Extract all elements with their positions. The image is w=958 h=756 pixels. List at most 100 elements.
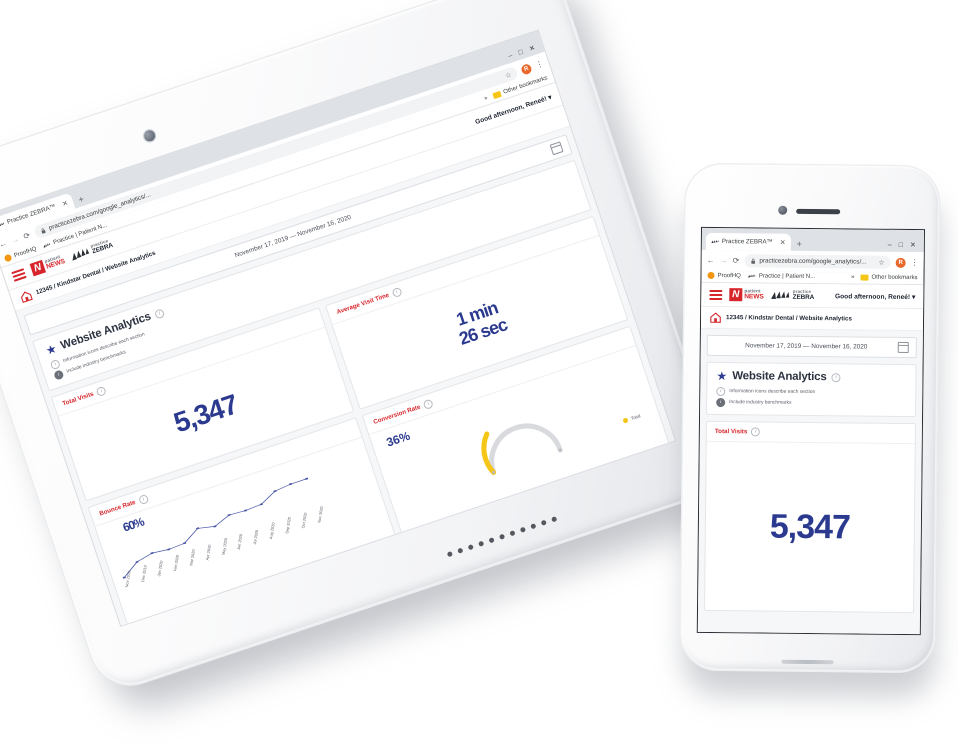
lock-icon: [41, 228, 46, 234]
legend-label: Organic: [649, 599, 666, 609]
phone-earpiece-speaker: [796, 208, 841, 215]
legend-swatch-organic: [641, 604, 648, 612]
info-icon[interactable]: i: [391, 286, 403, 299]
bookmark-star-icon[interactable]: ☆: [504, 70, 512, 80]
website-analytics-section-card: ★ Website Analytics i i Information icon…: [706, 361, 917, 418]
address-bar[interactable]: practicezebra.com/google_analytics/... ☆: [744, 254, 891, 269]
card-title: Total Visits: [714, 427, 748, 436]
zebra-mark-icon: [72, 248, 90, 261]
gauge-legend: Total: [622, 413, 642, 424]
phone-bottom-line: [781, 659, 834, 665]
x-axis-label: Oct 2020: [541, 612, 550, 626]
window-close-button[interactable]: ✕: [528, 45, 536, 54]
browser-menu-icon[interactable]: ⋮: [534, 59, 544, 70]
info-icon[interactable]: i: [95, 385, 108, 397]
folder-icon: [860, 274, 869, 281]
new-tab-button[interactable]: +: [793, 239, 806, 251]
phone-app-body: November 17, 2019 — November 16, 2020 ★ …: [698, 329, 923, 625]
browser-tab-close-icon[interactable]: ✕: [780, 238, 786, 246]
forward-icon[interactable]: →: [720, 256, 728, 265]
note-item: i Information icons describe each sectio…: [716, 387, 906, 398]
bookmark-proofhq[interactable]: ProofHQ: [707, 271, 741, 279]
scene: Practice ZEBRA™ ✕ + – □ ✕ ← → ⟳ practice…: [0, 0, 958, 737]
bookmark-star-icon[interactable]: ☆: [878, 258, 884, 266]
practice-zebra-logo-bottom: ZEBRA: [792, 293, 815, 301]
browser-tab-title: Practice ZEBRA™: [721, 238, 773, 246]
zebra-favicon-icon: [711, 240, 719, 243]
info-icon: i: [716, 387, 726, 397]
bookmark-label: Practice | Patient N...: [758, 272, 816, 280]
reload-icon[interactable]: ⟳: [22, 230, 31, 241]
note-item: i Include industry benchmarks: [716, 398, 906, 409]
info-icon[interactable]: i: [831, 372, 841, 382]
back-icon[interactable]: ←: [707, 255, 715, 264]
benchmark-info-icon: i: [53, 369, 65, 381]
profile-avatar[interactable]: R: [519, 62, 533, 76]
window-minimize-button[interactable]: –: [888, 242, 892, 249]
info-icon[interactable]: i: [751, 427, 761, 437]
phone-tab-strip: Practice ZEBRA™ ✕ + – □ ✕: [702, 228, 924, 252]
legend-swatch-total: [622, 417, 629, 424]
calendar-icon[interactable]: [549, 141, 564, 156]
star-icon: ★: [43, 341, 59, 358]
patient-news-mark-icon: N: [29, 259, 47, 277]
proofhq-icon: [707, 271, 715, 279]
section-notes: i Information icons describe each sectio…: [707, 384, 915, 416]
back-icon[interactable]: ←: [0, 238, 8, 249]
forward-icon[interactable]: →: [10, 234, 20, 245]
phone-screen: Practice ZEBRA™ ✕ + – □ ✕ ← → ⟳ practice…: [696, 226, 926, 636]
note-text: Information icons describe each section: [729, 389, 816, 396]
greeting-menu[interactable]: Good afternoon, Reneé! ▾: [835, 292, 915, 301]
window-close-button[interactable]: ✕: [910, 242, 916, 249]
browser-tab[interactable]: Practice ZEBRA™ ✕: [705, 232, 791, 251]
lock-icon: [751, 258, 755, 264]
bookmark-practice-patient-news[interactable]: Practice | Patient N...: [748, 273, 815, 280]
phone-app-header: N patient NEWS practice ZEBRA Good after…: [701, 282, 924, 310]
window-minimize-button[interactable]: –: [507, 52, 513, 60]
legend-label: Total: [630, 413, 642, 422]
browser-tab-close-icon[interactable]: ✕: [61, 198, 69, 208]
window-controls: – □ ✕: [888, 242, 920, 252]
home-icon[interactable]: [19, 289, 33, 303]
date-range-value: November 17, 2019 — November 16, 2020: [745, 342, 868, 351]
phone-app: N patient NEWS practice ZEBRA Good after…: [697, 282, 924, 636]
bookmarks-right-group: » Other bookmarks: [851, 274, 917, 281]
browser-menu-icon[interactable]: ⋮: [911, 258, 919, 267]
patient-news-logo-bottom: NEWS: [744, 292, 764, 300]
profile-avatar[interactable]: R: [895, 257, 906, 268]
phone-breadcrumb-bar: 12345 / Kindstar Dental / Website Analyt…: [700, 306, 924, 332]
home-icon[interactable]: [710, 312, 721, 323]
address-bar-url: practicezebra.com/google_analytics/...: [759, 257, 867, 266]
practice-zebra-logo: practice ZEBRA: [771, 289, 815, 301]
conversion-rate-value: 36%: [384, 428, 412, 450]
phone-omnibox-row: ← → ⟳ practicezebra.com/google_analytics…: [701, 249, 924, 274]
phone-front-camera-icon: [778, 205, 788, 215]
info-icon[interactable]: i: [137, 493, 150, 506]
breadcrumb: 12345 / Kindstar Dental / Website Analyt…: [726, 314, 852, 323]
total-visits-value: 5,347: [769, 507, 851, 547]
zebra-favicon-icon: [0, 222, 5, 228]
date-range-picker[interactable]: November 17, 2019 — November 16, 2020: [706, 334, 917, 359]
window-maximize-button[interactable]: □: [518, 49, 524, 57]
calendar-icon[interactable]: [897, 341, 909, 354]
info-icon[interactable]: i: [422, 398, 435, 410]
bookmarks-overflow-icon[interactable]: »: [851, 274, 854, 280]
bookmarks-overflow-icon[interactable]: »: [483, 95, 488, 102]
phone-browser-chrome: Practice ZEBRA™ ✕ + – □ ✕ ← → ⟳ practice…: [701, 227, 924, 286]
page-title: Website Analytics: [732, 370, 827, 384]
bookmark-label: ProofHQ: [717, 272, 741, 279]
other-bookmarks-label: Other bookmarks: [871, 274, 918, 281]
patient-news-logo: N patient NEWS: [729, 288, 764, 302]
benchmark-info-icon: i: [716, 398, 726, 408]
zebra-icon: [748, 274, 756, 278]
reload-icon[interactable]: ⟳: [733, 256, 740, 265]
folder-icon: [492, 90, 502, 99]
hamburger-menu-icon[interactable]: [709, 289, 723, 300]
other-bookmarks-folder[interactable]: Other bookmarks: [860, 274, 918, 281]
total-visits-card: Total Visits i 5,347: [703, 420, 916, 614]
window-maximize-button[interactable]: □: [899, 242, 903, 249]
info-icon[interactable]: i: [153, 307, 166, 320]
hamburger-menu-icon[interactable]: [11, 267, 27, 282]
zebra-mark-icon: [771, 291, 790, 299]
zebra-icon: [43, 242, 51, 248]
